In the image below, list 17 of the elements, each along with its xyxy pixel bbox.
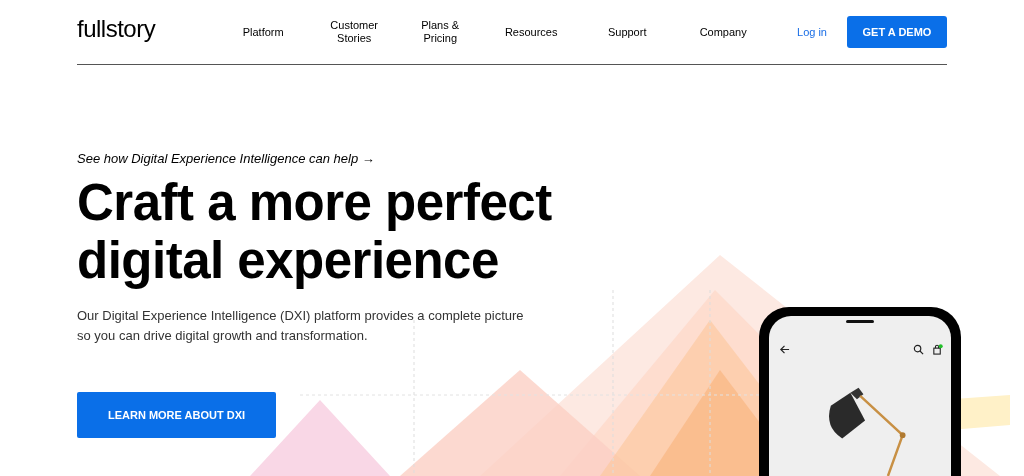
nav-link[interactable]: Plans & Pricing [397, 19, 484, 45]
tagline-link[interactable]: See how Digital Experience Intelligence can help → [77, 151, 375, 166]
get-demo-button[interactable]: GET A DEMO [847, 16, 947, 48]
nav-link[interactable]: Resources [483, 25, 580, 39]
nav-link[interactable]: Customer Stories [311, 19, 398, 45]
nav-link[interactable]: Platform [215, 25, 312, 39]
hero-heading: Craft a more perfect digital experience [77, 174, 553, 290]
search-icon[interactable] [913, 344, 924, 355]
login-link[interactable]: Log in [797, 26, 827, 38]
speaker-slot [846, 320, 874, 323]
learn-more-button[interactable]: LEARN MORE ABOUT DXI [77, 392, 276, 438]
nav-link[interactable]: Support [579, 25, 676, 39]
bag-icon[interactable] [932, 344, 943, 355]
nav-link[interactable]: Company [675, 25, 772, 39]
hero-description: Our Digital Experience Intelligence (DXI) platform provides a complete picture so you can drive digital growth and transformation. [77, 307, 525, 345]
logo[interactable]: fullstory [77, 15, 156, 43]
back-arrow-icon[interactable] [779, 344, 790, 355]
